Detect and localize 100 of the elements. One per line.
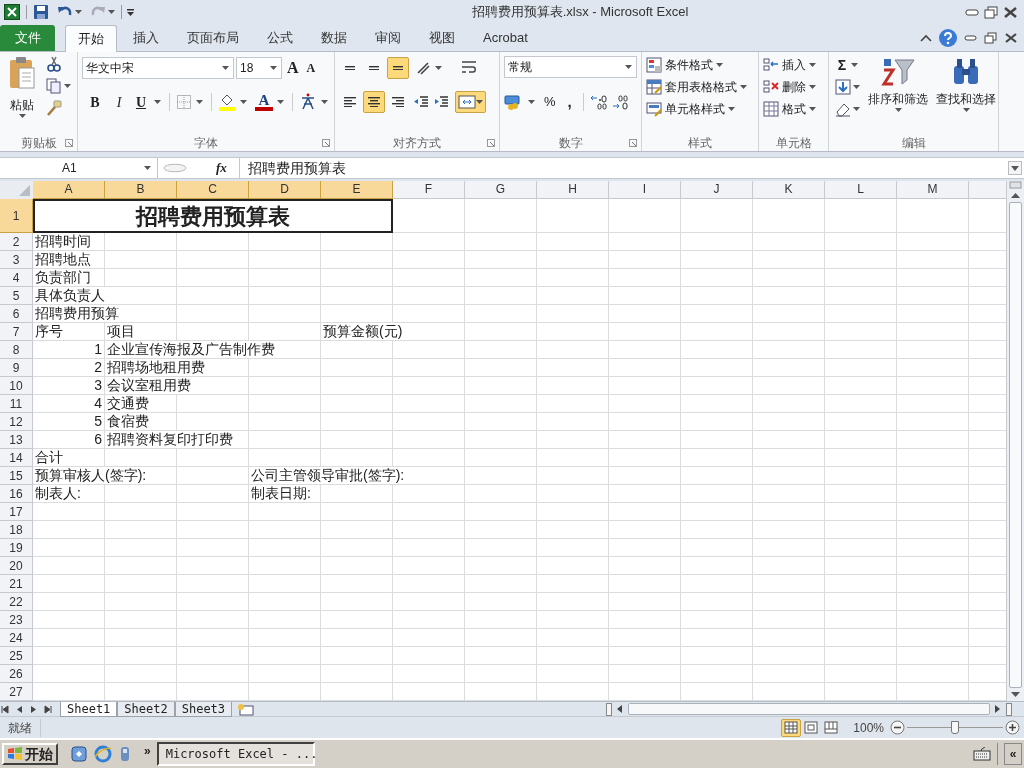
row-header[interactable]: 7: [0, 323, 33, 341]
ribbon-tab[interactable]: 插入: [119, 25, 173, 51]
row-header[interactable]: 21: [0, 575, 33, 593]
caret-icon[interactable]: [196, 100, 203, 104]
dialog-launcher-icon[interactable]: [487, 139, 495, 147]
excel-logo-icon[interactable]: [4, 4, 20, 20]
increase-indent-icon[interactable]: [433, 94, 449, 110]
dialog-launcher-icon[interactable]: [629, 139, 637, 147]
row-header[interactable]: 12: [0, 413, 33, 431]
help-icon[interactable]: [938, 28, 958, 48]
caret-icon[interactable]: [240, 100, 247, 104]
currency-icon[interactable]: [504, 94, 522, 110]
row-header[interactable]: 18: [0, 521, 33, 539]
dialog-launcher-icon[interactable]: [65, 139, 73, 147]
increase-decimal-icon[interactable]: [589, 94, 608, 110]
align-button[interactable]: [387, 57, 409, 79]
row-header[interactable]: 11: [0, 395, 33, 413]
percent-button[interactable]: %: [541, 92, 559, 112]
insert-sheet-icon[interactable]: [236, 702, 257, 716]
eraser-icon[interactable]: [835, 101, 851, 117]
phonetic-guide-icon[interactable]: [299, 93, 317, 111]
underline-button[interactable]: U: [132, 91, 150, 113]
zoom-slider[interactable]: [907, 720, 1003, 735]
find-select-button[interactable]: 查找和选择: [934, 56, 998, 132]
orientation-icon[interactable]: [415, 60, 431, 76]
customize-menu-icon[interactable]: [126, 7, 135, 17]
cells-menu-button[interactable]: 格式: [763, 100, 824, 118]
number-format-field[interactable]: 常规: [504, 56, 637, 78]
cells-menu-button[interactable]: 删除: [763, 78, 824, 96]
fill-color-icon[interactable]: [218, 93, 236, 111]
decrease-indent-icon[interactable]: [413, 94, 429, 110]
merge-center-button[interactable]: [455, 91, 486, 113]
browser-icon[interactable]: [94, 745, 112, 763]
caret-icon[interactable]: [853, 85, 860, 89]
row-header[interactable]: 2: [0, 233, 33, 251]
keyboard-icon[interactable]: [973, 747, 991, 761]
align-button[interactable]: [363, 91, 385, 113]
scroll-thumb[interactable]: [1009, 202, 1022, 688]
taskbar-window-button[interactable]: Microsoft Excel - ...: [156, 742, 315, 766]
close-icon[interactable]: [1003, 5, 1018, 19]
sheet-tab[interactable]: Sheet2: [117, 701, 175, 717]
format-painter-icon[interactable]: [46, 100, 62, 116]
media-player-icon[interactable]: [118, 745, 132, 763]
view-button[interactable]: [781, 718, 802, 737]
column-header[interactable]: J: [681, 181, 753, 199]
column-header[interactable]: L: [825, 181, 897, 199]
row-header[interactable]: 1: [0, 199, 33, 233]
caret-icon[interactable]: [853, 107, 860, 111]
row-header[interactable]: 25: [0, 647, 33, 665]
save-icon[interactable]: [33, 4, 49, 20]
ribbon-tab[interactable]: Acrobat: [469, 25, 542, 51]
comma-style-button[interactable]: ,: [562, 90, 577, 114]
column-header[interactable]: H: [537, 181, 609, 199]
split-handle-icon[interactable]: [1006, 702, 1012, 716]
expand-formula-icon[interactable]: [1008, 161, 1022, 175]
grow-font-button[interactable]: A: [284, 56, 302, 80]
sheet-tab[interactable]: Sheet3: [174, 701, 233, 717]
font-color-button[interactable]: A: [255, 93, 273, 111]
style-menu-button[interactable]: 条件格式: [646, 56, 754, 74]
desktop-shortcut-icon[interactable]: [70, 745, 88, 763]
zoom-slider-thumb[interactable]: [951, 720, 959, 734]
column-header[interactable]: C: [177, 181, 249, 199]
show-hidden-icons-button[interactable]: «: [1004, 743, 1022, 765]
column-header[interactable]: G: [465, 181, 537, 199]
merged-title-cell[interactable]: 招聘费用预算表: [33, 199, 393, 233]
caret-icon[interactable]: [277, 100, 284, 104]
row-header[interactable]: 8: [0, 341, 33, 359]
start-button[interactable]: 开始: [2, 743, 58, 765]
scroll-thumb[interactable]: [628, 703, 990, 715]
row-header[interactable]: 26: [0, 665, 33, 683]
paste-button[interactable]: 粘贴: [4, 54, 40, 130]
insert-function-button[interactable]: fx: [216, 158, 227, 178]
caret-icon[interactable]: [321, 100, 328, 104]
row-header[interactable]: 24: [0, 629, 33, 647]
sheet-tab[interactable]: Sheet1: [60, 701, 118, 717]
caret-icon[interactable]: [528, 100, 535, 104]
row-header[interactable]: 23: [0, 611, 33, 629]
bold-button[interactable]: B: [84, 91, 106, 113]
sort-filter-button[interactable]: 排序和筛选: [866, 56, 930, 132]
restore-icon[interactable]: [984, 5, 999, 19]
collapse-ribbon-icon[interactable]: [920, 34, 932, 42]
row-header[interactable]: 22: [0, 593, 33, 611]
ribbon-tab[interactable]: 公式: [253, 25, 307, 51]
row-header[interactable]: 15: [0, 467, 33, 485]
caret-icon[interactable]: [75, 10, 82, 14]
row-header[interactable]: 13: [0, 431, 33, 449]
fill-down-icon[interactable]: [835, 79, 851, 95]
decrease-decimal-icon[interactable]: [611, 94, 630, 110]
caret-icon[interactable]: [108, 10, 115, 14]
column-header[interactable]: M: [897, 181, 969, 199]
row-header[interactable]: 10: [0, 377, 33, 395]
column-header[interactable]: D: [249, 181, 321, 199]
cells-menu-button[interactable]: 插入: [763, 56, 824, 74]
dialog-launcher-icon[interactable]: [322, 139, 330, 147]
row-header[interactable]: 6: [0, 305, 33, 323]
zoom-level[interactable]: 100%: [853, 718, 884, 737]
caret-icon[interactable]: [851, 63, 858, 67]
caret-icon[interactable]: [64, 84, 71, 88]
font-size-field[interactable]: 18: [236, 57, 282, 79]
row-header[interactable]: 3: [0, 251, 33, 269]
